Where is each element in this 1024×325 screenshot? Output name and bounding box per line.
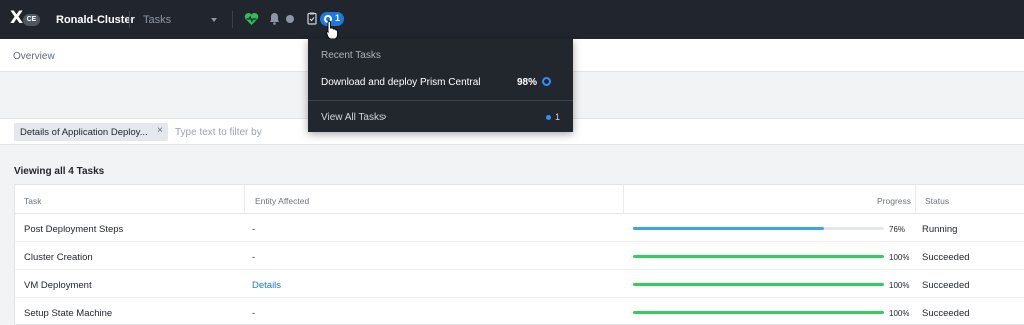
- main-menu-select[interactable]: Tasks: [143, 14, 171, 26]
- tasks-count-heading: Viewing all 4 Tasks: [14, 166, 105, 177]
- progress-bar: [633, 283, 884, 286]
- table-row[interactable]: VM Deployment Details 100% Succeeded: [15, 270, 1024, 298]
- progress-bar: [633, 227, 884, 230]
- dropdown-title: Recent Tasks: [321, 50, 381, 61]
- progress-bar: [633, 311, 884, 314]
- running-dot-icon: [546, 115, 551, 120]
- table-header: Task Entity Affected Progress Status: [15, 185, 1024, 214]
- chevron-right-icon[interactable]: ›: [383, 111, 387, 123]
- progress-percent: 76%: [889, 225, 906, 234]
- task-name: Post Deployment Steps: [24, 224, 124, 235]
- spinner-icon: [542, 77, 551, 86]
- task-name: VM Deployment: [24, 280, 92, 291]
- recent-task-item[interactable]: Download and deploy Prism Central: [321, 77, 481, 88]
- bell-icon[interactable]: [269, 12, 280, 25]
- table-row[interactable]: Setup State Machine - 100% Succeeded: [15, 298, 1024, 325]
- column-divider: [244, 185, 245, 214]
- column-divider: [623, 185, 624, 214]
- progress-fill: [633, 283, 884, 286]
- progress-fill: [633, 255, 884, 258]
- filter-chip-label: Details of Application Deploy...: [20, 127, 148, 138]
- recent-task-percent: 98%: [517, 77, 538, 88]
- column-header-task[interactable]: Task: [24, 196, 41, 206]
- status-text: Succeeded: [922, 308, 970, 319]
- entity-affected: -: [252, 252, 256, 263]
- progress-bar: [633, 255, 884, 258]
- filter-input[interactable]: Type text to filter by: [175, 127, 262, 138]
- progress-percent: 100%: [889, 309, 910, 318]
- overview-breadcrumb[interactable]: Overview: [13, 51, 55, 62]
- column-header-status[interactable]: Status: [925, 196, 949, 206]
- progress-percent: 100%: [889, 281, 910, 290]
- recent-tasks-dropdown: Recent Tasks Download and deploy Prism C…: [308, 39, 573, 132]
- top-navigation-bar: X CE Ronald-Cluster Tasks 1: [0, 0, 1024, 40]
- entity-affected: -: [252, 308, 256, 319]
- divider: [308, 100, 573, 101]
- divider: [129, 11, 130, 28]
- clipboard-icon[interactable]: [307, 12, 317, 25]
- progress-fill: [633, 227, 824, 230]
- task-name: Setup State Machine: [24, 308, 113, 319]
- alert-status-dot[interactable]: [286, 15, 294, 23]
- tasks-table: Task Entity Affected Progress Status Pos…: [14, 184, 1024, 325]
- table-row[interactable]: Post Deployment Steps - 76% Running: [15, 214, 1024, 242]
- table-row[interactable]: Cluster Creation - 100% Succeeded: [15, 242, 1024, 270]
- entity-affected: -: [252, 224, 256, 235]
- x-logo-icon: X: [10, 8, 24, 28]
- filter-chip[interactable]: Details of Application Deploy... ×: [14, 123, 168, 141]
- nutanix-logo[interactable]: X CE: [10, 8, 40, 28]
- progress-percent: 100%: [889, 253, 910, 262]
- status-text: Succeeded: [922, 252, 970, 263]
- health-heart-icon[interactable]: [244, 12, 259, 26]
- progress-fill: [633, 311, 884, 314]
- column-header-entity[interactable]: Entity Affected: [255, 196, 309, 206]
- running-count: 1: [555, 112, 561, 122]
- view-all-tasks-link[interactable]: View All Tasks: [321, 112, 384, 123]
- cluster-name[interactable]: Ronald-Cluster: [56, 14, 135, 26]
- column-header-progress[interactable]: Progress: [877, 196, 911, 206]
- status-text: Running: [922, 224, 958, 235]
- chevron-down-icon[interactable]: [211, 18, 217, 22]
- edition-badge: CE: [23, 14, 40, 26]
- status-text: Succeeded: [922, 280, 970, 291]
- close-icon[interactable]: ×: [157, 125, 163, 136]
- column-divider: [915, 185, 916, 214]
- divider: [232, 11, 233, 28]
- task-name: Cluster Creation: [24, 252, 93, 263]
- hand-cursor-icon: [326, 20, 338, 40]
- details-link[interactable]: Details: [252, 280, 281, 291]
